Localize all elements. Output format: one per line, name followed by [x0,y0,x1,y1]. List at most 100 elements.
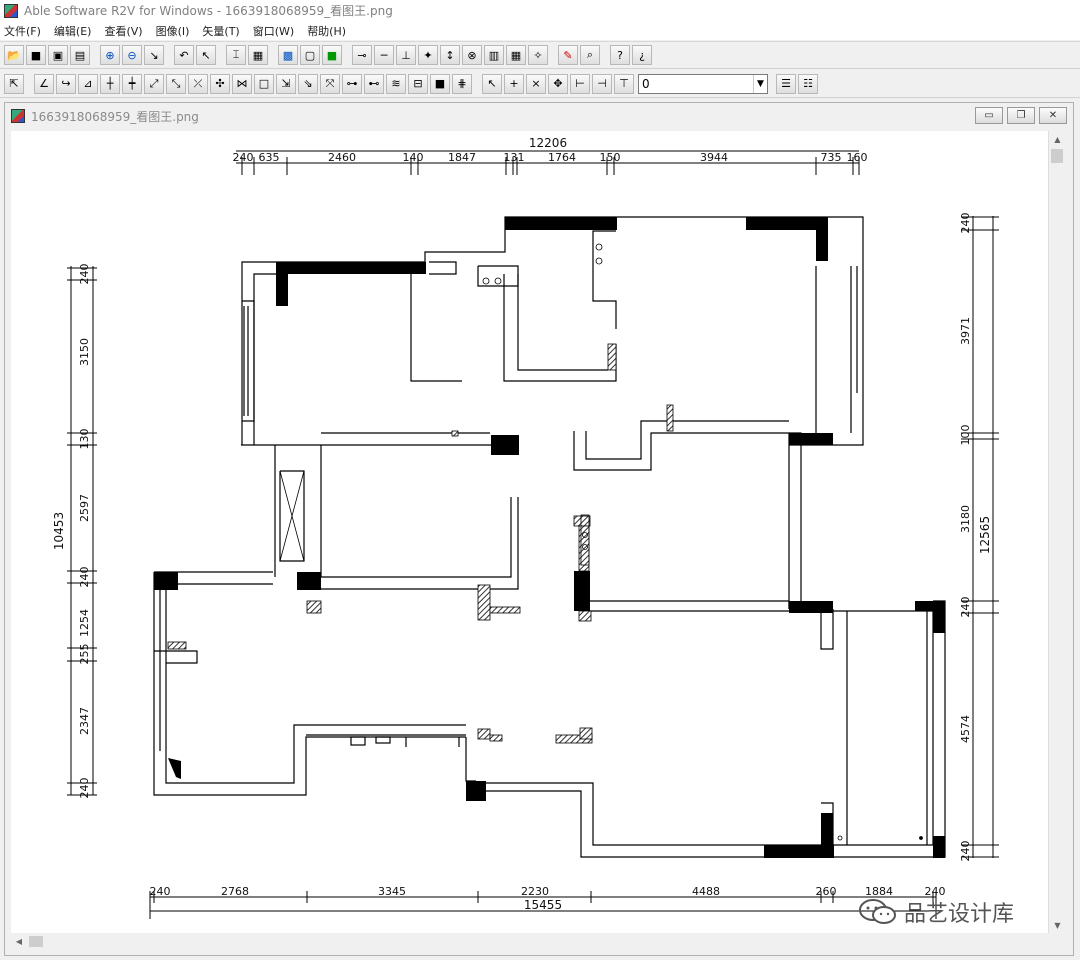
menu-edit[interactable]: 编辑(E) [54,23,92,39]
edit9-icon[interactable]: ✣ [210,73,230,94]
circle-cross-icon[interactable]: ⊗ [462,45,482,65]
node-3-icon[interactable]: ⊤ [614,73,634,94]
bottom-total-dim: 15455 [524,898,562,912]
help-icon[interactable]: ? [610,45,630,65]
open-icon[interactable]: 📂 [4,45,24,65]
solid-walls [154,217,945,858]
fit-icon[interactable]: ⌶ [226,45,246,65]
save-icon[interactable]: ■ [26,45,46,65]
left-total-dim: 10453 [52,512,66,550]
edit10-icon[interactable]: ⋈ [232,73,252,94]
document-window: 1663918068959_看图王.png ▭ ❐ ✕ 12206 240 63… [4,102,1074,956]
drawing-canvas[interactable]: 12206 240 635 2460 140 1847 131 1764 150 3944 735… [11,131,1049,933]
bottom-dim-label: 240 [150,885,171,898]
point-icon[interactable]: ✦ [418,45,438,65]
raster2-icon[interactable]: ▦ [506,45,526,65]
anchor-icon[interactable]: ↕ [440,45,460,65]
menu-view[interactable]: 查看(V) [104,23,142,39]
wechat-icon [859,899,896,924]
left-dim-label: 240 [78,567,91,588]
edit16-icon[interactable]: ≋ [386,73,406,94]
layer-combo[interactable]: 0 ▼ [638,73,768,94]
node-del-icon[interactable]: × [526,73,546,94]
node-move-icon[interactable]: ✥ [548,73,568,94]
top-total-dim: 12206 [529,136,567,150]
rect-icon[interactable]: □ [254,73,274,94]
menu-vector[interactable]: 矢量(T) [202,23,239,39]
wall-outlines [153,216,946,858]
edit14-icon[interactable]: ⊶ [342,73,362,94]
vector-toolbar: ⇱ ∠ ↪ ⊿ ┼ ┿ ⤢ ⤡ ⤫ ✣ ⋈ □ ⇲ ⇘ ⤧ ⊶ ⊷ ≋ ⊟ ■ ⋕ ↖ + × ✥ ⊢ ⊣ ⊤ 0 ▼ ☰ ☷ [0,70,1080,98]
edit15-icon[interactable]: ⊷ [364,73,384,94]
star-icon[interactable]: ✧ [528,45,548,65]
menu-file[interactable]: 文件(F) [4,23,41,39]
bottom-dim-label: 2230 [521,885,549,898]
edit5-icon[interactable]: ┿ [122,73,142,94]
vertical-scroll-thumb[interactable] [1051,149,1063,163]
pointer-icon[interactable]: ⇱ [4,73,24,94]
edit12-icon[interactable]: ⇘ [298,73,318,94]
edit8-icon[interactable]: ⤫ [188,73,208,94]
layer-combo-value: 0 [642,76,650,91]
scroll-up-icon[interactable]: ▲ [1049,131,1066,147]
edit6-icon[interactable]: ⤢ [144,73,164,94]
edit3-icon[interactable]: ⊿ [78,73,98,94]
window-title: Able Software R2V for Windows - 16639180… [24,4,393,18]
chevron-down-icon[interactable]: ▼ [753,74,767,93]
green-box-icon[interactable]: ■ [322,45,342,65]
layers-icon[interactable]: ☰ [776,73,796,94]
edit7-icon[interactable]: ⤡ [166,73,186,94]
close-button[interactable]: ✕ [1039,107,1067,124]
left-dim-label: 255 [78,644,91,665]
bottom-dim-label: 4488 [692,885,720,898]
scroll-down-icon[interactable]: ▼ [1049,917,1066,933]
menu-bar: 文件(F) 编辑(E) 查看(V) 图像(I) 矢量(T) 窗口(W) 帮助(H… [0,21,1080,40]
left-dim-label: 3150 [78,338,91,366]
arrow-sel-icon[interactable]: ↖ [482,73,502,94]
menu-help[interactable]: 帮助(H) [307,23,346,39]
zoom-out-icon[interactable]: ⊖ [122,45,142,65]
raster-icon[interactable]: ▥ [484,45,504,65]
undo-icon[interactable]: ↶ [174,45,194,65]
right-dim-label: 240 [959,213,972,234]
main-toolbar: 📂 ■ ▣ ▤ ⊕ ⊖ ↘ ↶ ↖ ⌶ ▦ ▩ ▢ ■ ⊸ ─ ⊥ ✦ ↕ ⊗ ▥ ▦ ✧ ✎ ⌕? ¿ [0,41,1080,69]
title-bar: Able Software R2V for Windows - 16639180… [0,0,1080,21]
pick-red-icon[interactable]: ✎ [558,45,578,65]
menu-image[interactable]: 图像(I) [156,23,190,39]
pan-icon[interactable]: ↘ [144,45,164,65]
edit11-icon[interactable]: ⇲ [276,73,296,94]
restore-button[interactable]: ❐ [1007,107,1035,124]
edit4-icon[interactable]: ┼ [100,73,120,94]
save-all-icon[interactable]: ▣ [48,45,68,65]
select-icon[interactable]: ↖ [196,45,216,65]
edit17-icon[interactable]: ⊟ [408,73,428,94]
fill-icon[interactable]: ■ [430,73,450,94]
node-1-icon[interactable]: ⊢ [570,73,590,94]
edit13-icon[interactable]: ⤧ [320,73,340,94]
line-node-icon[interactable]: ⊸ [352,45,372,65]
minimize-button[interactable]: ▭ [975,107,1003,124]
horizontal-scrollbar[interactable]: ◀ [11,933,1049,950]
context-help-icon[interactable]: ¿ [632,45,652,65]
edit1-icon[interactable]: ∠ [34,73,54,94]
tree-icon[interactable]: ⊥ [396,45,416,65]
horizontal-scroll-thumb[interactable] [29,936,43,947]
top-dim-label: 240 [233,151,254,164]
node-2-icon[interactable]: ⊣ [592,73,612,94]
layer-list-icon[interactable]: ☷ [798,73,818,94]
scroll-left-icon[interactable]: ◀ [11,933,27,950]
vertical-scrollbar[interactable]: ▲ ▼ [1048,131,1065,933]
top-dim-label: 735 [821,151,842,164]
node-add-icon[interactable]: + [504,73,524,94]
edit18-icon[interactable]: ⋕ [452,73,472,94]
pick-icon[interactable]: ⌕ [580,45,600,65]
grid-icon[interactable]: ▦ [248,45,268,65]
zoom-in-icon[interactable]: ⊕ [100,45,120,65]
edit2-icon[interactable]: ↪ [56,73,76,94]
frame-icon[interactable]: ▢ [300,45,320,65]
menu-window[interactable]: 窗口(W) [253,23,294,39]
bottom-dim-label: 3345 [378,885,406,898]
disk-icon[interactable]: ▤ [70,45,90,65]
line-icon[interactable]: ─ [374,45,394,65]
image-icon[interactable]: ▩ [278,45,298,65]
